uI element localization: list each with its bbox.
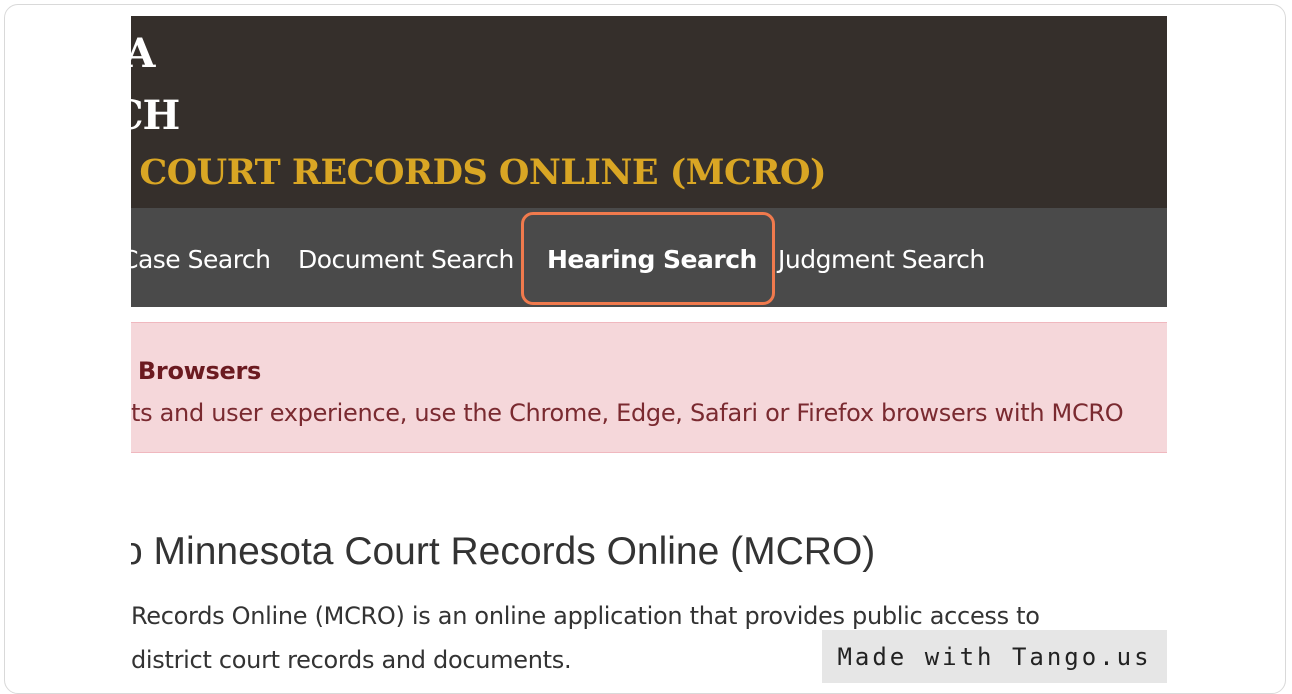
nav-case-search[interactable]: Case Search: [131, 208, 271, 307]
header-state-name: OTA: [131, 30, 155, 77]
main-nav: Case Search Document Search Hearing Sear…: [131, 208, 1167, 307]
welcome-heading: o Minnesota Court Records Online (MCRO): [131, 530, 875, 574]
alert-title: ed Browsers: [131, 357, 261, 385]
intro-paragraph-line2: district court records and documents.: [131, 646, 572, 674]
browser-viewport: OTA L BRANCH A COURT RECORDS ONLINE (MCR…: [131, 16, 1167, 689]
nav-document-search[interactable]: Document Search: [298, 208, 514, 307]
tango-watermark: Made with Tango.us: [822, 630, 1167, 683]
nav-hearing-search[interactable]: Hearing Search: [547, 208, 757, 307]
welcome-prefix: o: [131, 530, 143, 573]
site-header: OTA L BRANCH A COURT RECORDS ONLINE (MCR…: [131, 16, 1167, 208]
header-branch-name: L BRANCH: [131, 92, 180, 139]
browser-alert: ed Browsers ts and user experience, use …: [131, 322, 1167, 453]
nav-judgment-search[interactable]: Judgment Search: [778, 208, 985, 307]
intro-paragraph-line1: Records Online (MCRO) is an online appli…: [131, 602, 1040, 630]
welcome-title: Minnesota Court Records Online (MCRO): [153, 530, 876, 573]
alert-text: ts and user experience, use the Chrome, …: [131, 399, 1124, 427]
header-app-title: A COURT RECORDS ONLINE (MCRO): [131, 152, 827, 193]
